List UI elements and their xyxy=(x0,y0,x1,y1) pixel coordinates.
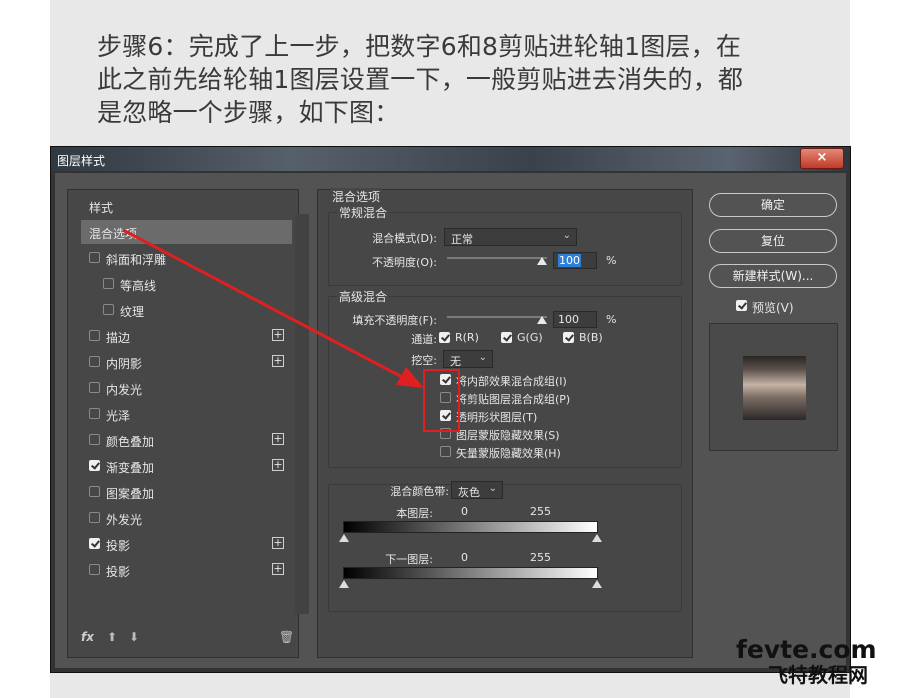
watermark-line1: fevte.com xyxy=(736,635,877,664)
watermark: fevte.com 飞特教程网 xyxy=(736,635,877,688)
annotation-highlight-box xyxy=(423,369,460,432)
annotation-arrow xyxy=(122,228,424,388)
watermark-line2: 飞特教程网 xyxy=(768,663,868,687)
